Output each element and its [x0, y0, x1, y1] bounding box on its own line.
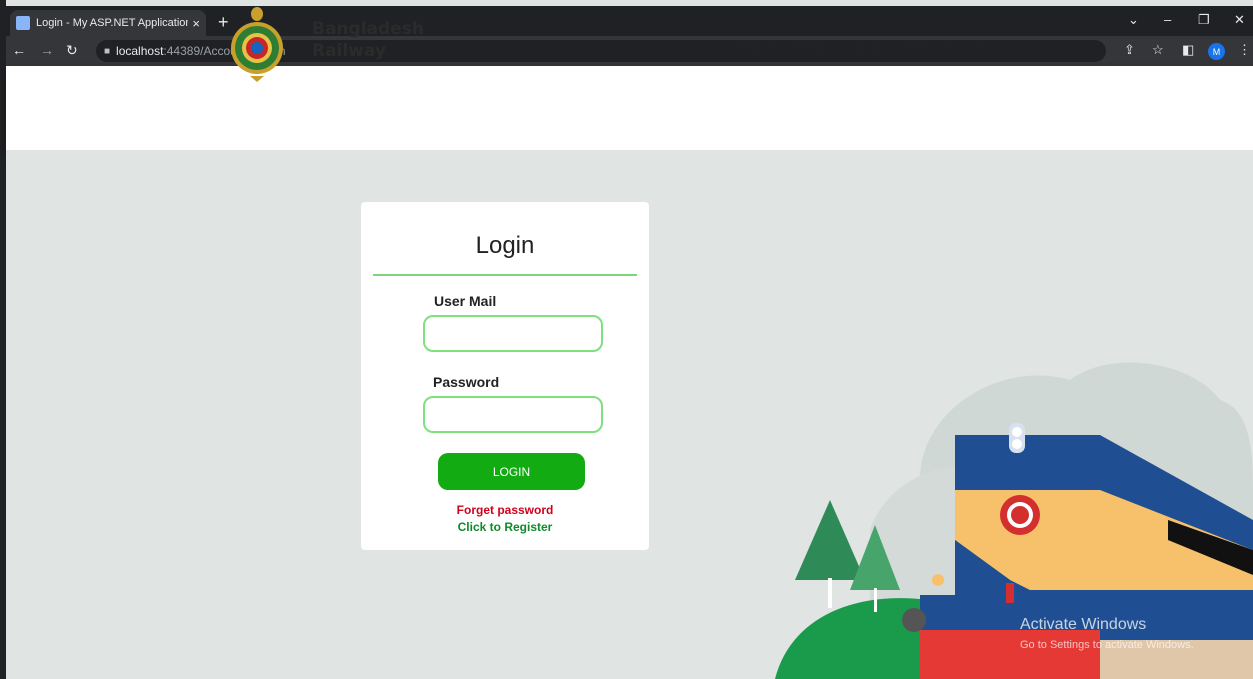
activation-watermark-subtitle: Go to Settings to activate Windows.: [1020, 639, 1194, 651]
forward-icon[interactable]: →: [40, 42, 54, 58]
forget-password-link[interactable]: Forget password: [361, 503, 649, 517]
share-icon[interactable]: ⇪: [1124, 42, 1135, 58]
profile-avatar[interactable]: M: [1208, 43, 1225, 60]
nav-item-login[interactable]: Login: [855, 38, 887, 53]
bangladesh-railway-logo: [231, 7, 283, 82]
tab-active[interactable]: Login - My ASP.NET Application ×: [10, 10, 206, 36]
register-link[interactable]: Click to Register: [361, 520, 649, 534]
back-icon[interactable]: ←: [12, 42, 26, 58]
password-label: Password: [433, 374, 500, 390]
tab-close-icon[interactable]: ×: [192, 16, 200, 31]
site-header: [6, 66, 1253, 150]
browser-window: Login - My ASP.NET Application × + ⌄ – ❐…: [0, 0, 1253, 679]
side-panel-icon[interactable]: ◧: [1182, 42, 1194, 58]
restore-icon[interactable]: ❐: [1198, 12, 1210, 28]
nav-item-home[interactable]: Home: [737, 38, 772, 53]
nav-item-admin[interactable]: Admin: [795, 38, 832, 53]
login-title: Login: [475, 232, 535, 259]
minimize-icon[interactable]: –: [1164, 12, 1171, 27]
brand-line-2: Railway: [312, 41, 386, 61]
brand-line-1: Bangladesh: [312, 19, 424, 39]
activation-watermark-title: Activate Windows: [1020, 616, 1147, 633]
train-illustration: [775, 362, 1253, 679]
email-field[interactable]: [423, 315, 603, 352]
email-label: User Mail: [434, 293, 497, 309]
tab-bar: Login - My ASP.NET Application × + ⌄ – ❐…: [6, 6, 1253, 36]
menu-kebab-icon[interactable]: ⋮: [1238, 42, 1251, 58]
site-brand[interactable]: Bangladesh Railway: [312, 18, 424, 62]
new-tab-button[interactable]: +: [218, 12, 229, 33]
tab-title: Login - My ASP.NET Application: [36, 17, 189, 29]
close-window-icon[interactable]: ✕: [1234, 12, 1245, 28]
page-favicon-icon: [16, 16, 30, 30]
password-field[interactable]: [423, 396, 603, 433]
nav-item-register[interactable]: Register: [909, 38, 957, 53]
url-host: localhost: [116, 44, 164, 58]
browser-toolbar: ← → ↻ ■ localhost:44389/Accounts/Login ⇪…: [6, 36, 1253, 66]
title-divider: [373, 274, 637, 276]
login-button[interactable]: LOGIN: [438, 453, 585, 490]
login-card: Login User Mail Password LOGIN Forget pa…: [361, 202, 649, 550]
reload-icon[interactable]: ↻: [66, 42, 78, 59]
tab-search-icon[interactable]: ⌄: [1128, 12, 1139, 28]
nav-item-contact[interactable]: Contact: [980, 38, 1025, 53]
bookmark-star-icon[interactable]: ☆: [1152, 42, 1164, 58]
lock-icon: ■: [104, 45, 111, 57]
